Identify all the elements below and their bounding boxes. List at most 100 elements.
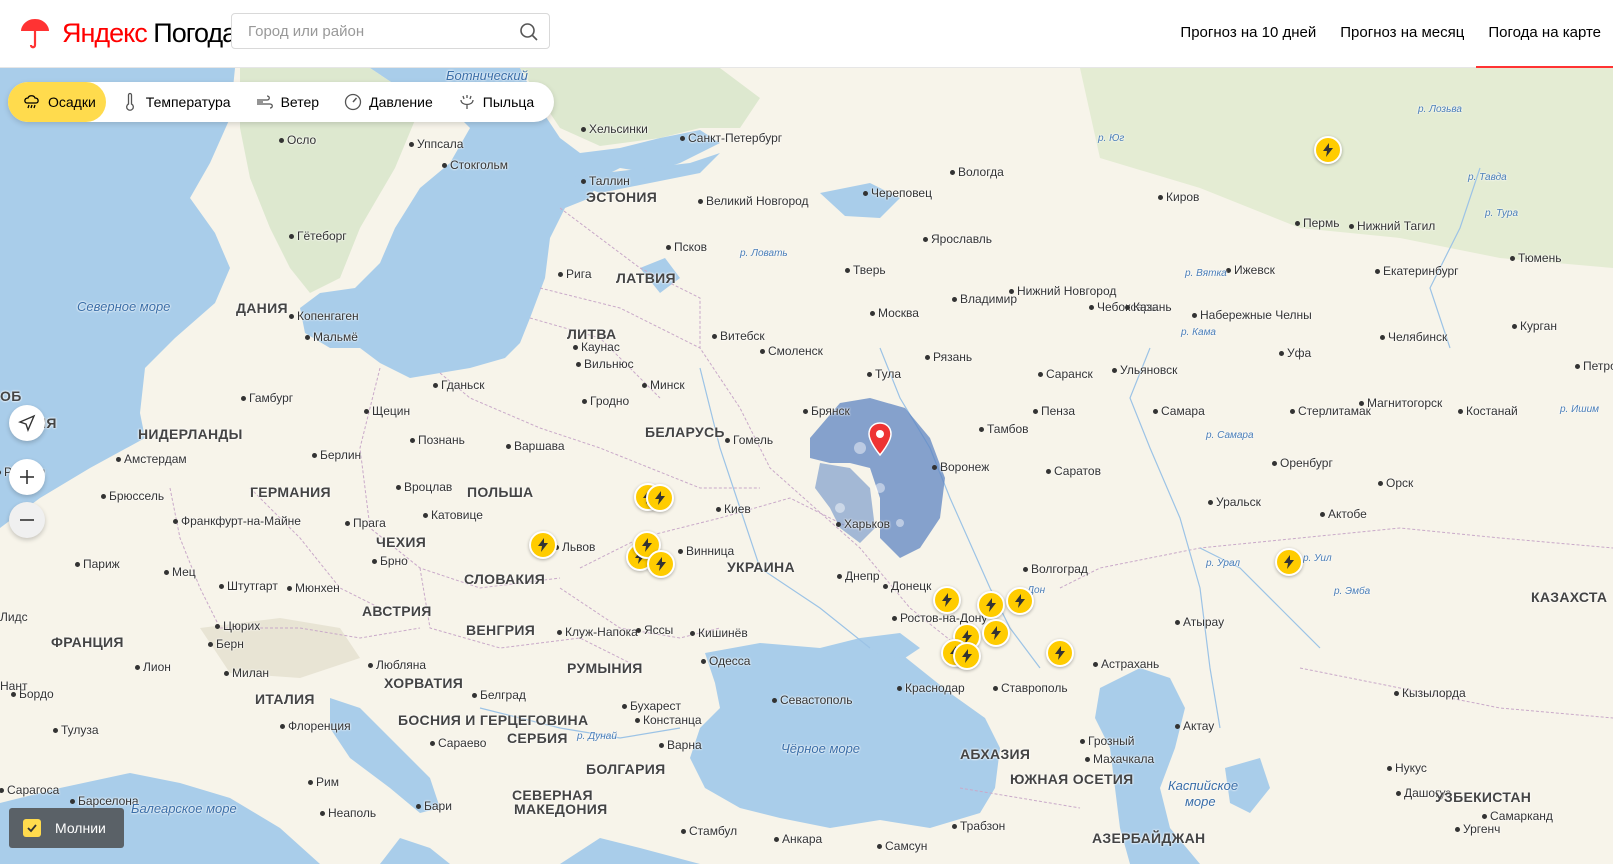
city-label: Нант	[0, 679, 28, 693]
city-label: Винница	[686, 544, 735, 558]
city-label: Рим	[316, 775, 339, 789]
nav-10-day-forecast[interactable]: Прогноз на 10 дней	[1168, 0, 1328, 68]
layer-precipitation[interactable]: Осадки	[8, 82, 106, 122]
check-icon	[27, 824, 37, 833]
city-label: Ярославль	[931, 232, 993, 246]
zoom-out-button[interactable]	[9, 502, 45, 538]
geolocate-button[interactable]	[9, 405, 45, 441]
city-dot	[1380, 335, 1385, 340]
city-dot	[320, 811, 325, 816]
city-dot	[241, 396, 246, 401]
city-label: Костанай	[1466, 404, 1518, 418]
city-dot	[698, 199, 703, 204]
city-dot	[1158, 195, 1163, 200]
lightning-marker[interactable]	[933, 586, 961, 614]
city-dot	[173, 519, 178, 524]
city-label: Москва	[878, 306, 919, 320]
umbrella-icon	[21, 19, 49, 49]
city-label: Мальмё	[313, 330, 358, 344]
city-label: Таллин	[589, 174, 630, 188]
city-dot	[1512, 324, 1517, 329]
wind-icon	[256, 95, 273, 109]
river-label: р. Ловать	[740, 248, 788, 259]
yandex-weather-logo[interactable]: Яндекс Погода	[20, 16, 237, 50]
city-dot	[135, 665, 140, 670]
city-dot	[416, 804, 421, 809]
city-label: Париж	[83, 557, 120, 571]
city-label: Актау	[1183, 719, 1215, 733]
city-label: Брянск	[811, 404, 850, 418]
river-label: р. Вятка	[1185, 268, 1227, 279]
city-dot	[75, 562, 80, 567]
country-label: ЧЕХИЯ	[376, 534, 427, 550]
city-dot	[642, 383, 647, 388]
country-label: НИДЕРЛАНДЫ	[138, 426, 243, 442]
city-dot	[1295, 221, 1300, 226]
lightning-checkbox[interactable]	[23, 819, 41, 837]
search-box[interactable]	[231, 13, 550, 49]
city-dot	[372, 559, 377, 564]
city-dot	[557, 630, 562, 635]
city-dot	[1359, 401, 1364, 406]
city-label: Ульяновск	[1120, 363, 1178, 377]
city-dot	[681, 829, 686, 834]
nav-month-forecast[interactable]: Прогноз на месяц	[1328, 0, 1476, 68]
city-dot	[279, 138, 284, 143]
city-dot	[1290, 409, 1295, 414]
city-label: Витебск	[720, 329, 765, 343]
city-dot	[870, 311, 875, 316]
lightning-marker[interactable]	[1046, 639, 1074, 667]
layer-pollen[interactable]: Пыльца	[443, 82, 544, 122]
country-label: УЗБЕКИСТАН	[1435, 789, 1532, 805]
city-dot	[409, 142, 414, 147]
country-label: АБХАЗИЯ	[960, 746, 1031, 762]
country-label: СЛОВАКИЯ	[464, 571, 546, 587]
layer-pressure[interactable]: Давление	[329, 82, 443, 122]
city-label: Тюмень	[1518, 251, 1562, 265]
city-label: Киев	[724, 502, 751, 516]
city-label: Ясcы	[644, 623, 674, 637]
zoom-in-button[interactable]	[9, 459, 45, 495]
city-label: Вильнюс	[584, 357, 634, 371]
city-label: Минск	[650, 378, 685, 392]
city-dot	[716, 507, 721, 512]
lightning-bolt-icon	[991, 626, 1001, 640]
lightning-toggle[interactable]: Молнии	[9, 808, 124, 848]
city-dot	[883, 584, 888, 589]
weather-map[interactable]: Осадки Температура Ветер Давление Пыльца	[0, 68, 1613, 864]
river-label: р. Урал	[1206, 558, 1241, 569]
search-input[interactable]	[248, 23, 508, 40]
city-label: Оренбург	[1280, 456, 1333, 470]
city-dot	[836, 522, 841, 527]
city-dot	[1482, 814, 1487, 819]
sea-label: Чёрное море	[781, 741, 861, 756]
lightning-bolt-icon	[1055, 646, 1065, 660]
river-label: р. Самара	[1206, 430, 1254, 441]
sea-label: Балеарское море	[131, 801, 237, 816]
lightning-marker[interactable]	[953, 642, 981, 670]
lightning-marker[interactable]	[646, 484, 674, 512]
city-dot	[680, 136, 685, 141]
lightning-marker[interactable]	[1314, 136, 1342, 164]
lightning-marker[interactable]	[1275, 548, 1303, 576]
lightning-marker[interactable]	[1006, 587, 1034, 615]
layer-wind[interactable]: Ветер	[241, 82, 330, 122]
nav-weather-map[interactable]: Погода на карте	[1476, 0, 1613, 68]
city-label: Бухарест	[630, 699, 681, 713]
city-dot	[993, 686, 998, 691]
city-label: Казань	[1133, 300, 1172, 314]
city-dot	[1394, 691, 1399, 696]
lightning-marker[interactable]	[977, 591, 1005, 619]
city-dot	[712, 334, 717, 339]
search-icon[interactable]	[519, 22, 539, 42]
lightning-marker[interactable]	[982, 619, 1010, 647]
city-label: Атырау	[1183, 615, 1225, 629]
lightning-marker[interactable]	[529, 531, 557, 559]
city-label: Самсун	[885, 839, 928, 853]
river-label: р. Ишим	[1560, 404, 1599, 415]
location-pin-icon[interactable]	[868, 422, 892, 456]
layer-temperature[interactable]: Температура	[106, 82, 241, 122]
lightning-marker[interactable]	[647, 550, 675, 578]
city-label: Клуж-Напока	[565, 625, 638, 639]
river-label: р. Тура	[1485, 208, 1519, 219]
